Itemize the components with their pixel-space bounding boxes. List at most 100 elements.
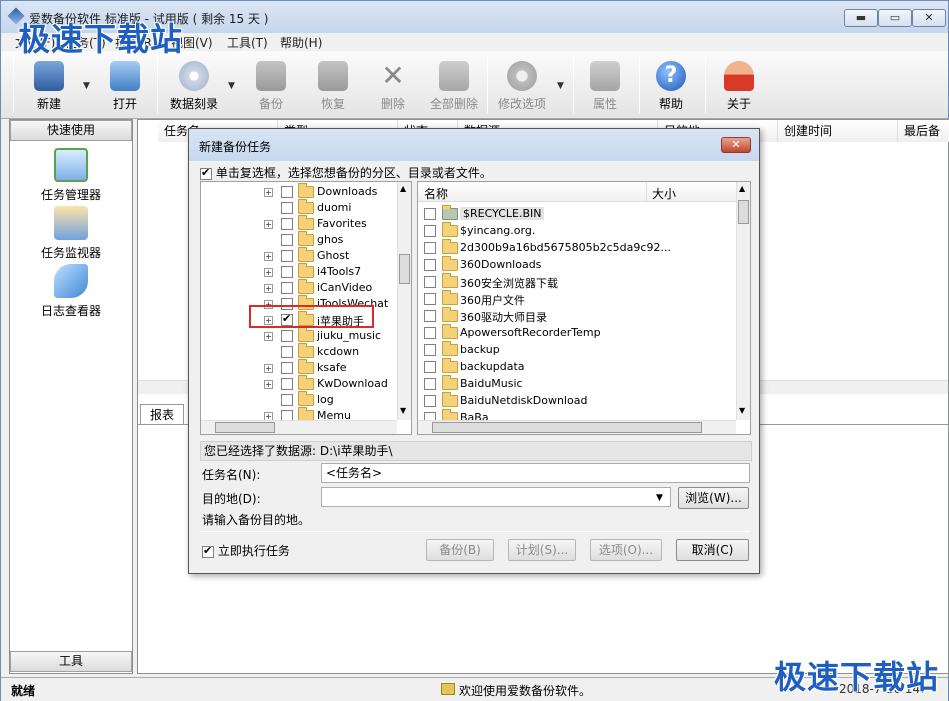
- browse-button[interactable]: 浏览(W)...: [678, 487, 749, 509]
- maximize-button[interactable]: ▭: [878, 9, 912, 27]
- tools-footer[interactable]: 工具: [10, 651, 132, 672]
- modify-options-button[interactable]: 修改选项: [495, 57, 549, 115]
- tree-node-checkbox[interactable]: [281, 250, 293, 262]
- file-checkbox[interactable]: [424, 344, 436, 356]
- tree-node[interactable]: + jiuku_music: [201, 327, 397, 344]
- backup-dialog-button[interactable]: 备份(B): [426, 539, 494, 561]
- tree-node[interactable]: + Ghost: [201, 247, 397, 264]
- tree-node[interactable]: + Downloads: [201, 183, 397, 200]
- delete-all-button[interactable]: 全部删除: [427, 57, 481, 115]
- file-checkbox[interactable]: [424, 378, 436, 390]
- options-button[interactable]: 选项(O)...: [590, 539, 662, 561]
- expand-plus-icon[interactable]: +: [264, 284, 273, 293]
- delete-button[interactable]: ✕ 删除: [375, 57, 411, 115]
- list-scroll-up-icon[interactable]: ▲: [739, 184, 745, 193]
- new-dropdown-arrow-icon[interactable]: ▼: [83, 81, 90, 91]
- tree-node[interactable]: log: [201, 391, 397, 408]
- new-button[interactable]: 新建: [29, 57, 69, 115]
- tree-node[interactable]: + KwDownload: [201, 375, 397, 392]
- file-list-item[interactable]: 2d300b9a16bd5675805b2c5da9c92...: [422, 239, 732, 257]
- list-header-size[interactable]: 大小: [652, 185, 676, 202]
- file-checkbox[interactable]: [424, 395, 436, 407]
- tree-scroll-thumb[interactable]: [399, 254, 410, 284]
- file-checkbox[interactable]: [424, 208, 436, 220]
- menu-tools[interactable]: 工具(T): [227, 34, 268, 51]
- file-checkbox[interactable]: [424, 276, 436, 288]
- tree-node[interactable]: + i4Tools7: [201, 263, 397, 280]
- dialog-close-button[interactable]: ✕: [721, 137, 751, 153]
- file-checkbox[interactable]: [424, 310, 436, 322]
- tree-node[interactable]: + Favorites: [201, 215, 397, 232]
- tree-node-checkbox[interactable]: [281, 202, 293, 214]
- expand-plus-icon[interactable]: +: [264, 364, 273, 373]
- tree-node-checkbox[interactable]: [281, 346, 293, 358]
- about-button[interactable]: 关于: [721, 57, 757, 115]
- column-header-last-backup[interactable]: 最后备: [898, 120, 949, 142]
- expand-plus-icon[interactable]: +: [264, 380, 273, 389]
- file-checkbox[interactable]: [424, 327, 436, 339]
- list-vscroll[interactable]: ▲ ▼: [736, 182, 750, 420]
- list-header-name[interactable]: 名称: [424, 185, 448, 202]
- tree-hscroll-thumb[interactable]: [215, 422, 275, 433]
- file-checkbox[interactable]: [424, 242, 436, 254]
- tree-vscroll[interactable]: ▲ ▼: [397, 182, 411, 420]
- file-list-item[interactable]: 360用户文件: [422, 290, 732, 308]
- destination-combobox[interactable]: ▼: [321, 487, 671, 507]
- modify-dropdown-arrow-icon[interactable]: ▼: [557, 81, 564, 91]
- tree-node[interactable]: ghos: [201, 231, 397, 248]
- file-list-item[interactable]: $RECYCLE.BIN: [422, 205, 732, 223]
- tree-scroll-up-icon[interactable]: ▲: [400, 184, 406, 193]
- expand-plus-icon[interactable]: +: [264, 188, 273, 197]
- tree-node-checkbox[interactable]: [281, 362, 293, 374]
- report-tab[interactable]: 报表: [140, 404, 184, 424]
- file-list-item[interactable]: 360安全浏览器下载: [422, 273, 732, 291]
- expand-plus-icon[interactable]: +: [264, 220, 273, 229]
- properties-button[interactable]: 属性: [587, 57, 623, 115]
- list-scroll-down-icon[interactable]: ▼: [739, 406, 745, 415]
- file-list-item[interactable]: ApowersoftRecorderTemp: [422, 324, 732, 342]
- tree-node-checkbox[interactable]: [281, 266, 293, 278]
- run-now-checkbox[interactable]: [202, 544, 214, 558]
- tree-node-checkbox[interactable]: [281, 378, 293, 390]
- expand-plus-icon[interactable]: +: [264, 252, 273, 261]
- restore-button[interactable]: 恢复: [315, 57, 351, 115]
- file-list-item[interactable]: 360驱动大师目录: [422, 307, 732, 325]
- list-scroll-thumb[interactable]: [738, 200, 749, 224]
- list-hscroll[interactable]: [418, 420, 736, 434]
- tree-node[interactable]: + iCanVideo: [201, 279, 397, 296]
- tree-node[interactable]: duomi: [201, 199, 397, 216]
- tree-scroll-down-icon[interactable]: ▼: [400, 406, 406, 415]
- task-name-input[interactable]: <任务名>: [321, 463, 750, 483]
- burn-button[interactable]: 数据刻录: [167, 57, 221, 115]
- file-checkbox[interactable]: [424, 361, 436, 373]
- minimize-button[interactable]: ▬: [844, 9, 878, 27]
- open-button[interactable]: 打开: [105, 57, 145, 115]
- help-button[interactable]: ? 帮助: [653, 57, 689, 115]
- tree-node-checkbox[interactable]: [281, 330, 293, 342]
- file-checkbox[interactable]: [424, 225, 436, 237]
- file-checkbox[interactable]: [424, 293, 436, 305]
- backup-button[interactable]: 备份: [253, 57, 289, 115]
- tree-hscroll[interactable]: [201, 420, 397, 434]
- tree-node-checkbox[interactable]: [281, 282, 293, 294]
- tree-node[interactable]: kcdown: [201, 343, 397, 360]
- schedule-button[interactable]: 计划(S)...: [508, 539, 576, 561]
- list-hscroll-thumb[interactable]: [432, 422, 702, 433]
- burn-dropdown-arrow-icon[interactable]: ▼: [228, 81, 235, 91]
- file-list-item[interactable]: $yincang.org.: [422, 222, 732, 240]
- file-checkbox[interactable]: [424, 259, 436, 271]
- instruction-checkbox[interactable]: [200, 166, 212, 180]
- task-monitor-item[interactable]: 任务监视器: [10, 206, 132, 261]
- file-list-item[interactable]: 360Downloads: [422, 256, 732, 274]
- tree-node-checkbox[interactable]: [281, 218, 293, 230]
- tree-node[interactable]: + ksafe: [201, 359, 397, 376]
- file-list-item[interactable]: backup: [422, 341, 732, 359]
- file-list-item[interactable]: BaiduNetdiskDownload: [422, 392, 732, 410]
- tree-node-checkbox[interactable]: [281, 186, 293, 198]
- task-manager-item[interactable]: 任务管理器: [10, 148, 132, 203]
- expand-plus-icon[interactable]: +: [264, 332, 273, 341]
- close-window-button[interactable]: ✕: [912, 9, 946, 27]
- cancel-button[interactable]: 取消(C): [676, 539, 749, 561]
- log-viewer-item[interactable]: 日志查看器: [10, 264, 132, 319]
- column-header-created[interactable]: 创建时间: [778, 120, 898, 142]
